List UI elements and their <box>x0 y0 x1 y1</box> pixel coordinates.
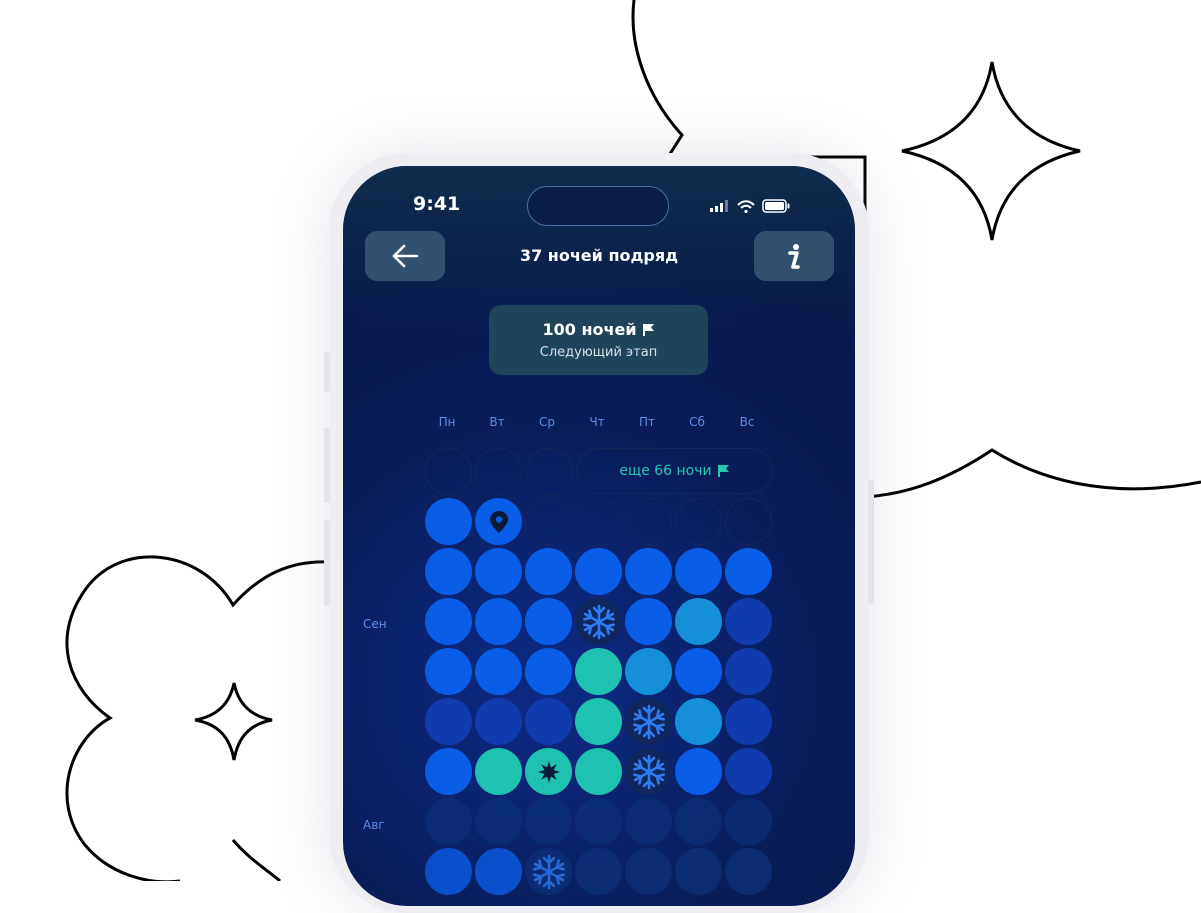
day-circle <box>525 798 572 845</box>
day-circle <box>725 848 772 895</box>
day-circle <box>725 548 772 595</box>
day-circle <box>725 648 772 695</box>
day-circle-empty <box>625 498 672 545</box>
day-circle <box>425 648 472 695</box>
day-circle-empty <box>575 498 622 545</box>
dynamic-island <box>527 186 669 226</box>
day-circle <box>625 648 672 695</box>
day-circle <box>475 698 522 745</box>
day-circle-freeze <box>575 598 622 645</box>
wifi-icon <box>737 199 755 213</box>
location-pin-icon <box>489 510 508 533</box>
day-circle-freeze <box>525 848 572 895</box>
day-circle <box>475 798 522 845</box>
sparkle-large <box>901 61 1081 241</box>
day-circle <box>725 798 772 845</box>
milestone-subtitle: Следующий этап <box>539 345 658 360</box>
day-circle <box>475 748 522 795</box>
day-circle <box>475 598 522 645</box>
day-circle <box>725 748 772 795</box>
day-circle <box>675 548 722 595</box>
weekday-label: Вс <box>739 415 755 429</box>
day-circle <box>675 798 722 845</box>
day-circle <box>425 498 472 545</box>
star-burst-icon <box>537 760 560 783</box>
weekday-label: Чт <box>589 415 605 429</box>
day-circle <box>675 648 722 695</box>
battery-icon <box>762 199 790 213</box>
day-circle-empty <box>525 498 572 545</box>
snowflake-icon <box>532 854 565 889</box>
day-circle <box>575 848 622 895</box>
month-label-sep: Сен <box>363 617 387 631</box>
weekday-label: Вт <box>489 415 505 429</box>
weekday-label: Ср <box>539 415 555 429</box>
day-circle <box>425 698 472 745</box>
day-circle <box>625 548 672 595</box>
day-circle <box>675 848 722 895</box>
weekday-label: Пт <box>638 415 655 429</box>
day-circle <box>675 598 722 645</box>
info-button[interactable] <box>754 231 834 281</box>
day-circle <box>625 598 672 645</box>
day-circle <box>525 698 572 745</box>
day-circle-empty <box>475 448 522 495</box>
snowflake-icon <box>632 704 665 739</box>
phone-side-button <box>868 480 874 604</box>
day-circle-empty <box>525 448 572 495</box>
status-time: 9:41 <box>413 193 461 215</box>
phone-side-button <box>324 520 330 606</box>
day-circle <box>425 598 472 645</box>
day-circle <box>425 548 472 595</box>
day-circle <box>575 698 622 745</box>
remaining-nights-pill: еще 66 ночи <box>576 448 773 494</box>
snowflake-icon <box>632 754 665 789</box>
day-circle-freeze <box>625 748 672 795</box>
day-circle <box>625 798 672 845</box>
day-circle <box>625 848 672 895</box>
info-icon <box>788 244 800 269</box>
day-circle <box>675 748 722 795</box>
phone-side-button <box>324 428 330 503</box>
weekday-label: Сб <box>689 415 705 429</box>
snowflake-icon <box>582 604 615 639</box>
day-circle-empty <box>725 498 772 545</box>
day-circle <box>475 648 522 695</box>
day-circle <box>575 748 622 795</box>
day-circle <box>475 848 522 895</box>
day-circle <box>725 698 772 745</box>
day-circle <box>525 648 572 695</box>
app-screen: 9:41 37 ночей подряд 100 ночей Следующий… <box>343 166 855 906</box>
month-label-aug: Авг <box>363 818 385 832</box>
day-circle <box>425 798 472 845</box>
day-circle <box>425 748 472 795</box>
day-circle-empty <box>425 448 472 495</box>
day-circle-empty <box>675 498 722 545</box>
signal-icon <box>710 200 728 212</box>
day-circle <box>575 798 622 845</box>
day-circle <box>425 848 472 895</box>
flag-icon <box>642 323 654 336</box>
milestone-title: 100 ночей <box>542 320 637 339</box>
status-icons <box>710 199 790 213</box>
day-circle <box>675 698 722 745</box>
day-circle-achievement <box>525 748 572 795</box>
day-circle <box>525 548 572 595</box>
day-circle-freeze <box>625 698 672 745</box>
day-circle <box>475 548 522 595</box>
remaining-nights-text: еще 66 ночи <box>619 463 712 479</box>
next-milestone-card: 100 ночей Следующий этап <box>489 305 708 375</box>
day-circle <box>725 598 772 645</box>
day-circle <box>575 548 622 595</box>
phone-side-button <box>324 352 330 392</box>
sparkle-small <box>194 682 273 761</box>
day-circle <box>525 598 572 645</box>
weekday-label: Пн <box>438 415 456 429</box>
day-circle-today <box>475 498 522 545</box>
day-circle <box>575 648 622 695</box>
flag-icon <box>717 465 729 477</box>
